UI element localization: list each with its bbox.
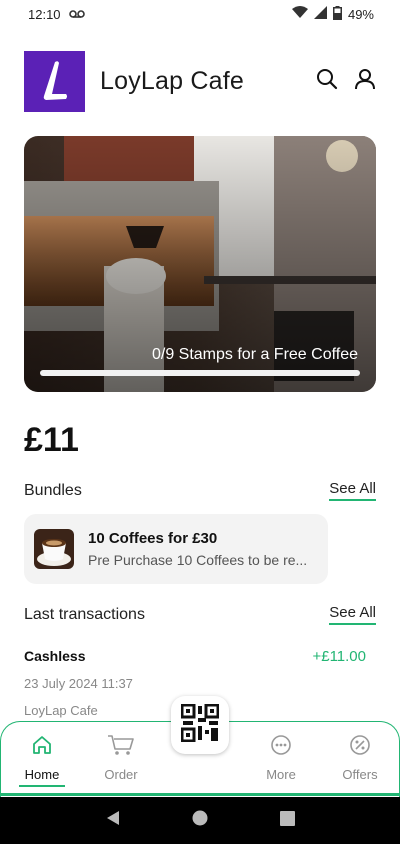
balance-amount: £11 xyxy=(24,421,79,459)
bundles-title: Bundles xyxy=(24,481,82,499)
transactions-see-all-link[interactable]: See All xyxy=(329,604,376,625)
home-icon xyxy=(31,734,53,761)
status-time: 12:10 xyxy=(28,6,61,22)
stamp-card-hero[interactable]: 0/9 Stamps for a Free Coffee xyxy=(24,136,376,392)
bundle-card[interactable]: 10 Coffees for £30 Pre Purchase 10 Coffe… xyxy=(24,514,328,584)
recents-icon[interactable] xyxy=(279,810,295,831)
voicemail-icon xyxy=(68,7,85,22)
transaction-amount: +£11.00 xyxy=(312,648,366,665)
back-icon[interactable] xyxy=(105,810,121,831)
bottom-nav-accent-line xyxy=(0,793,400,796)
app-header: LoyLap Cafe xyxy=(24,51,376,112)
nav-order[interactable]: Order xyxy=(86,734,156,782)
transactions-section-header: Last transactions See All xyxy=(24,604,376,625)
bundle-subtitle: Pre Purchase 10 Coffees to be re... xyxy=(88,552,308,568)
nav-home-label: Home xyxy=(24,767,60,782)
nav-offers-label: Offers xyxy=(342,767,378,782)
bundle-title: 10 Coffees for £30 xyxy=(88,530,218,547)
nav-order-label: Order xyxy=(104,767,138,782)
battery-percent: 49% xyxy=(347,6,374,22)
coffee-cup-image xyxy=(34,529,74,569)
profile-icon[interactable] xyxy=(354,68,376,95)
offers-icon xyxy=(349,734,371,761)
search-icon[interactable] xyxy=(316,68,338,95)
home-system-icon[interactable] xyxy=(191,809,209,832)
signal-icon xyxy=(313,6,327,22)
transaction-date: 23 July 2024 11:37 xyxy=(24,676,133,691)
cafe-logo xyxy=(24,51,85,112)
nav-offers[interactable]: Offers xyxy=(325,734,395,782)
bundles-section-header: Bundles See All xyxy=(24,480,376,501)
transactions-title: Last transactions xyxy=(24,605,145,623)
more-icon xyxy=(270,734,292,761)
cafe-name: LoyLap Cafe xyxy=(100,67,244,95)
status-bar: 12:10 49% xyxy=(0,0,400,28)
stamps-text: 0/9 Stamps for a Free Coffee xyxy=(151,346,358,363)
nav-active-indicator xyxy=(19,785,65,787)
battery-icon xyxy=(332,5,342,23)
nav-home[interactable]: Home xyxy=(7,734,77,787)
qr-code-icon xyxy=(180,703,220,747)
stamps-progress-bar xyxy=(40,370,360,376)
nav-more-label: More xyxy=(266,767,296,782)
nav-more[interactable]: More xyxy=(246,734,316,782)
wifi-icon xyxy=(291,6,308,22)
qr-code-button[interactable] xyxy=(171,696,229,754)
bundles-see-all-link[interactable]: See All xyxy=(329,480,376,501)
system-nav-bar xyxy=(0,797,400,844)
transaction-type: Cashless xyxy=(24,648,86,664)
cart-icon xyxy=(107,734,135,761)
